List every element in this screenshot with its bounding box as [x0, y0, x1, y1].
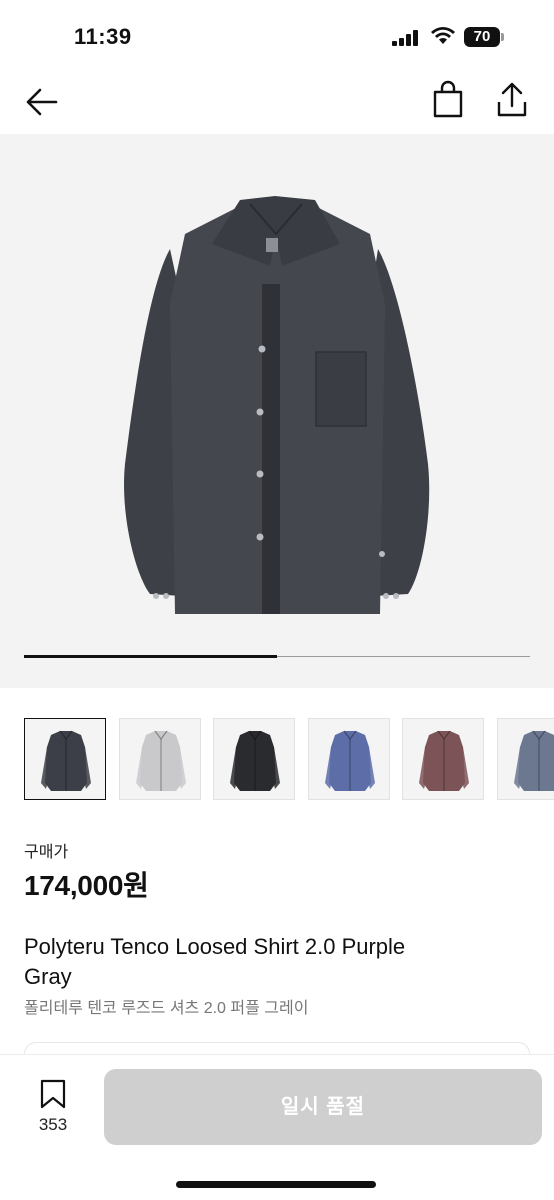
soldout-button[interactable]: 일시 품절	[104, 1069, 542, 1145]
product-image-gallery[interactable]	[0, 134, 554, 688]
price-label: 구매가	[24, 844, 69, 861]
thumbnail-black[interactable]	[213, 718, 296, 800]
arrow-left-icon	[26, 88, 58, 116]
thumbnail-shirt-image	[135, 730, 186, 791]
cellular-signal-icon	[392, 30, 418, 46]
gallery-progress-fill	[24, 655, 277, 658]
share-button[interactable]	[494, 80, 530, 120]
thumbnail-shirt-image	[514, 730, 554, 791]
home-indicator	[176, 1181, 376, 1188]
shopping-bag-icon	[433, 80, 463, 118]
color-thumbnails	[24, 718, 554, 800]
status-bar: 11:39 70	[0, 0, 554, 70]
thumbnail-brown[interactable]	[402, 718, 485, 800]
thumbnail-shirt-image	[230, 730, 281, 791]
thumbnail-slate-blue[interactable]	[497, 718, 554, 800]
bookmark-count: 353	[38, 1115, 68, 1134]
bookmark-icon	[40, 1079, 66, 1109]
battery-indicator: 70	[464, 27, 500, 47]
product-title-ko: 폴리테루 텐코 루즈드 셔츠 2.0 퍼플 그레이	[24, 1000, 309, 1017]
price-value: 174,000원	[24, 870, 149, 901]
thumbnail-shirt-image	[419, 730, 470, 791]
product-title-en: Polyteru Tenco Loosed Shirt 2.0 Purple G…	[24, 934, 406, 989]
bottom-action-bar: 353 일시 품절	[0, 1054, 554, 1200]
wifi-icon	[431, 27, 455, 44]
back-button[interactable]	[22, 82, 62, 122]
top-navigation	[0, 70, 554, 134]
share-icon	[497, 82, 527, 117]
battery-cap	[501, 33, 504, 41]
thumbnail-shirt-image	[41, 730, 91, 791]
product-shirt-image	[124, 196, 430, 614]
thumbnail-shirt-image	[324, 730, 375, 791]
shopping-bag-button[interactable]	[430, 80, 466, 120]
thumbnail-blue[interactable]	[307, 718, 390, 800]
thumbnail-light-gray[interactable]	[118, 718, 201, 800]
bookmark-button[interactable]: 353	[30, 1079, 76, 1139]
status-time: 11:39	[74, 24, 132, 49]
thumbnail-dark-gray[interactable]	[24, 718, 106, 800]
